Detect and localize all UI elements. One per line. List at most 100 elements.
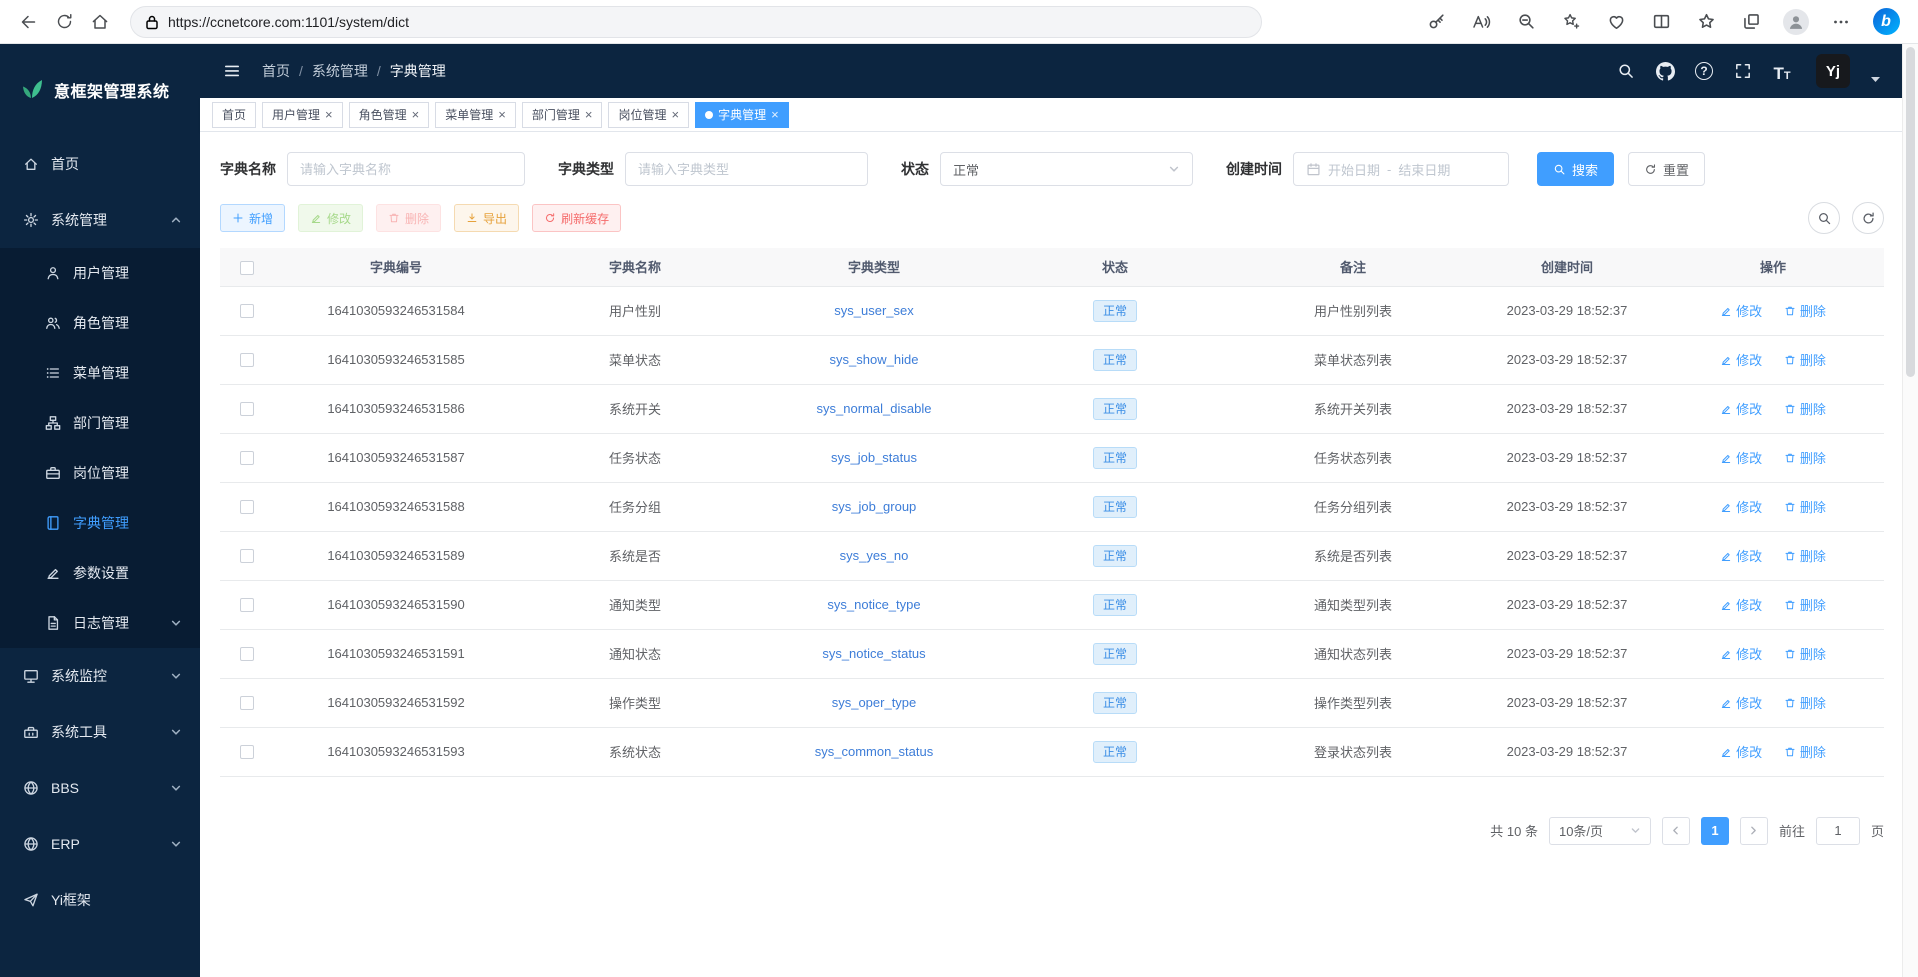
- row-delete-link[interactable]: 删除: [1784, 399, 1826, 418]
- search-button[interactable]: 搜索: [1537, 152, 1614, 186]
- export-button[interactable]: 导出: [454, 204, 519, 232]
- scrollbar-thumb[interactable]: [1906, 47, 1915, 377]
- row-delete-link[interactable]: 删除: [1784, 595, 1826, 614]
- row-delete-link[interactable]: 删除: [1784, 497, 1826, 516]
- row-edit-link[interactable]: 修改: [1720, 546, 1762, 565]
- dict-type-link[interactable]: sys_show_hide: [830, 352, 919, 367]
- row-delete-link[interactable]: 删除: [1784, 448, 1826, 467]
- hamburger-icon[interactable]: [222, 61, 242, 81]
- browser-home-icon[interactable]: [82, 5, 118, 39]
- sidebar-item-menu-management[interactable]: 菜单管理: [0, 348, 200, 398]
- sidebar-item-log-management[interactable]: 日志管理: [0, 598, 200, 648]
- row-checkbox[interactable]: [240, 451, 254, 465]
- tab-post-management[interactable]: 岗位管理×: [608, 102, 689, 128]
- dict-type-link[interactable]: sys_user_sex: [834, 303, 913, 318]
- sidebar-item-dict-management[interactable]: 字典管理: [0, 498, 200, 548]
- sidebar-item-user-management[interactable]: 用户管理: [0, 248, 200, 298]
- close-icon[interactable]: ×: [771, 108, 779, 121]
- row-delete-link[interactable]: 删除: [1784, 350, 1826, 369]
- sidebar-item-post-management[interactable]: 岗位管理: [0, 448, 200, 498]
- sidebar-item-dept-management[interactable]: 部门管理: [0, 398, 200, 448]
- row-edit-link[interactable]: 修改: [1720, 644, 1762, 663]
- fullscreen-icon[interactable]: [1732, 60, 1754, 82]
- dict-type-link[interactable]: sys_notice_type: [827, 597, 920, 612]
- bing-icon[interactable]: b: [1868, 5, 1904, 39]
- row-edit-link[interactable]: 修改: [1720, 595, 1762, 614]
- zoom-icon[interactable]: [1508, 5, 1544, 39]
- tab-user-management[interactable]: 用户管理×: [262, 102, 343, 128]
- breadcrumb-home[interactable]: 首页: [262, 61, 290, 81]
- row-checkbox[interactable]: [240, 304, 254, 318]
- dict-name-input[interactable]: [287, 152, 525, 186]
- sidebar-item-system-management[interactable]: 系统管理: [0, 192, 200, 248]
- status-select[interactable]: 正常: [940, 152, 1193, 186]
- dict-type-link[interactable]: sys_job_group: [832, 499, 917, 514]
- dict-type-link[interactable]: sys_oper_type: [832, 695, 917, 710]
- next-page-button[interactable]: [1740, 817, 1768, 845]
- favorites-icon[interactable]: [1688, 5, 1724, 39]
- read-aloud-icon[interactable]: [1463, 5, 1499, 39]
- row-checkbox[interactable]: [240, 500, 254, 514]
- row-edit-link[interactable]: 修改: [1720, 301, 1762, 320]
- row-delete-link[interactable]: 删除: [1784, 546, 1826, 565]
- password-key-icon[interactable]: [1418, 5, 1454, 39]
- tab-menu-management[interactable]: 菜单管理×: [435, 102, 516, 128]
- dict-type-input[interactable]: [625, 152, 868, 186]
- row-checkbox[interactable]: [240, 745, 254, 759]
- breadcrumb-system[interactable]: 系统管理: [312, 61, 368, 81]
- close-icon[interactable]: ×: [585, 108, 593, 121]
- page-scrollbar[interactable]: [1902, 44, 1918, 977]
- dict-type-link[interactable]: sys_notice_status: [822, 646, 925, 661]
- edit-button[interactable]: 修改: [298, 204, 363, 232]
- date-range-picker[interactable]: 开始日期 - 结束日期: [1293, 152, 1509, 186]
- tab-role-management[interactable]: 角色管理×: [349, 102, 430, 128]
- refresh-cache-button[interactable]: 刷新缓存: [532, 204, 621, 232]
- more-menu-icon[interactable]: [1823, 5, 1859, 39]
- page-size-select[interactable]: 10条/页: [1549, 817, 1651, 845]
- row-checkbox[interactable]: [240, 696, 254, 710]
- add-favorite-icon[interactable]: [1553, 5, 1589, 39]
- dict-type-link[interactable]: sys_yes_no: [840, 548, 909, 563]
- tab-dict-management[interactable]: 字典管理×: [695, 102, 789, 128]
- reset-button[interactable]: 重置: [1628, 152, 1705, 186]
- sidebar-item-home[interactable]: 首页: [0, 136, 200, 192]
- select-all-checkbox[interactable]: [240, 261, 254, 275]
- sidebar-item-system-tools[interactable]: 系统工具: [0, 704, 200, 760]
- row-edit-link[interactable]: 修改: [1720, 350, 1762, 369]
- row-edit-link[interactable]: 修改: [1720, 693, 1762, 712]
- refresh-page-icon[interactable]: [46, 5, 82, 39]
- tab-dept-management[interactable]: 部门管理×: [522, 102, 603, 128]
- help-icon[interactable]: ?: [1693, 60, 1715, 82]
- row-edit-link[interactable]: 修改: [1720, 497, 1762, 516]
- close-icon[interactable]: ×: [325, 108, 333, 121]
- row-checkbox[interactable]: [240, 598, 254, 612]
- font-size-icon[interactable]: TT: [1771, 60, 1793, 82]
- row-delete-link[interactable]: 删除: [1784, 742, 1826, 761]
- prev-page-button[interactable]: [1662, 817, 1690, 845]
- github-icon[interactable]: [1654, 60, 1676, 82]
- close-icon[interactable]: ×: [671, 108, 679, 121]
- split-screen-icon[interactable]: [1643, 5, 1679, 39]
- row-edit-link[interactable]: 修改: [1720, 399, 1762, 418]
- profile-avatar[interactable]: [1778, 5, 1814, 39]
- sidebar-item-system-monitor[interactable]: 系统监控: [0, 648, 200, 704]
- toggle-search-button[interactable]: [1808, 202, 1840, 234]
- sidebar-item-role-management[interactable]: 角色管理: [0, 298, 200, 348]
- row-checkbox[interactable]: [240, 402, 254, 416]
- row-delete-link[interactable]: 删除: [1784, 693, 1826, 712]
- row-edit-link[interactable]: 修改: [1720, 448, 1762, 467]
- address-bar[interactable]: https://ccnetcore.com:1101/system/dict: [130, 6, 1262, 38]
- sidebar-item-yi-framework[interactable]: Yi框架: [0, 872, 200, 928]
- dict-type-link[interactable]: sys_normal_disable: [817, 401, 932, 416]
- close-icon[interactable]: ×: [498, 108, 506, 121]
- caret-down-icon[interactable]: [1871, 77, 1880, 88]
- tab-home[interactable]: 首页: [212, 102, 256, 128]
- row-checkbox[interactable]: [240, 549, 254, 563]
- sidebar-item-bbs[interactable]: BBS: [0, 760, 200, 816]
- goto-page-input[interactable]: [1816, 817, 1860, 845]
- browser-essentials-icon[interactable]: [1598, 5, 1634, 39]
- url-text[interactable]: https://ccnetcore.com:1101/system/dict: [168, 14, 409, 30]
- dict-type-link[interactable]: sys_job_status: [831, 450, 917, 465]
- current-page-button[interactable]: 1: [1701, 817, 1729, 845]
- row-delete-link[interactable]: 删除: [1784, 644, 1826, 663]
